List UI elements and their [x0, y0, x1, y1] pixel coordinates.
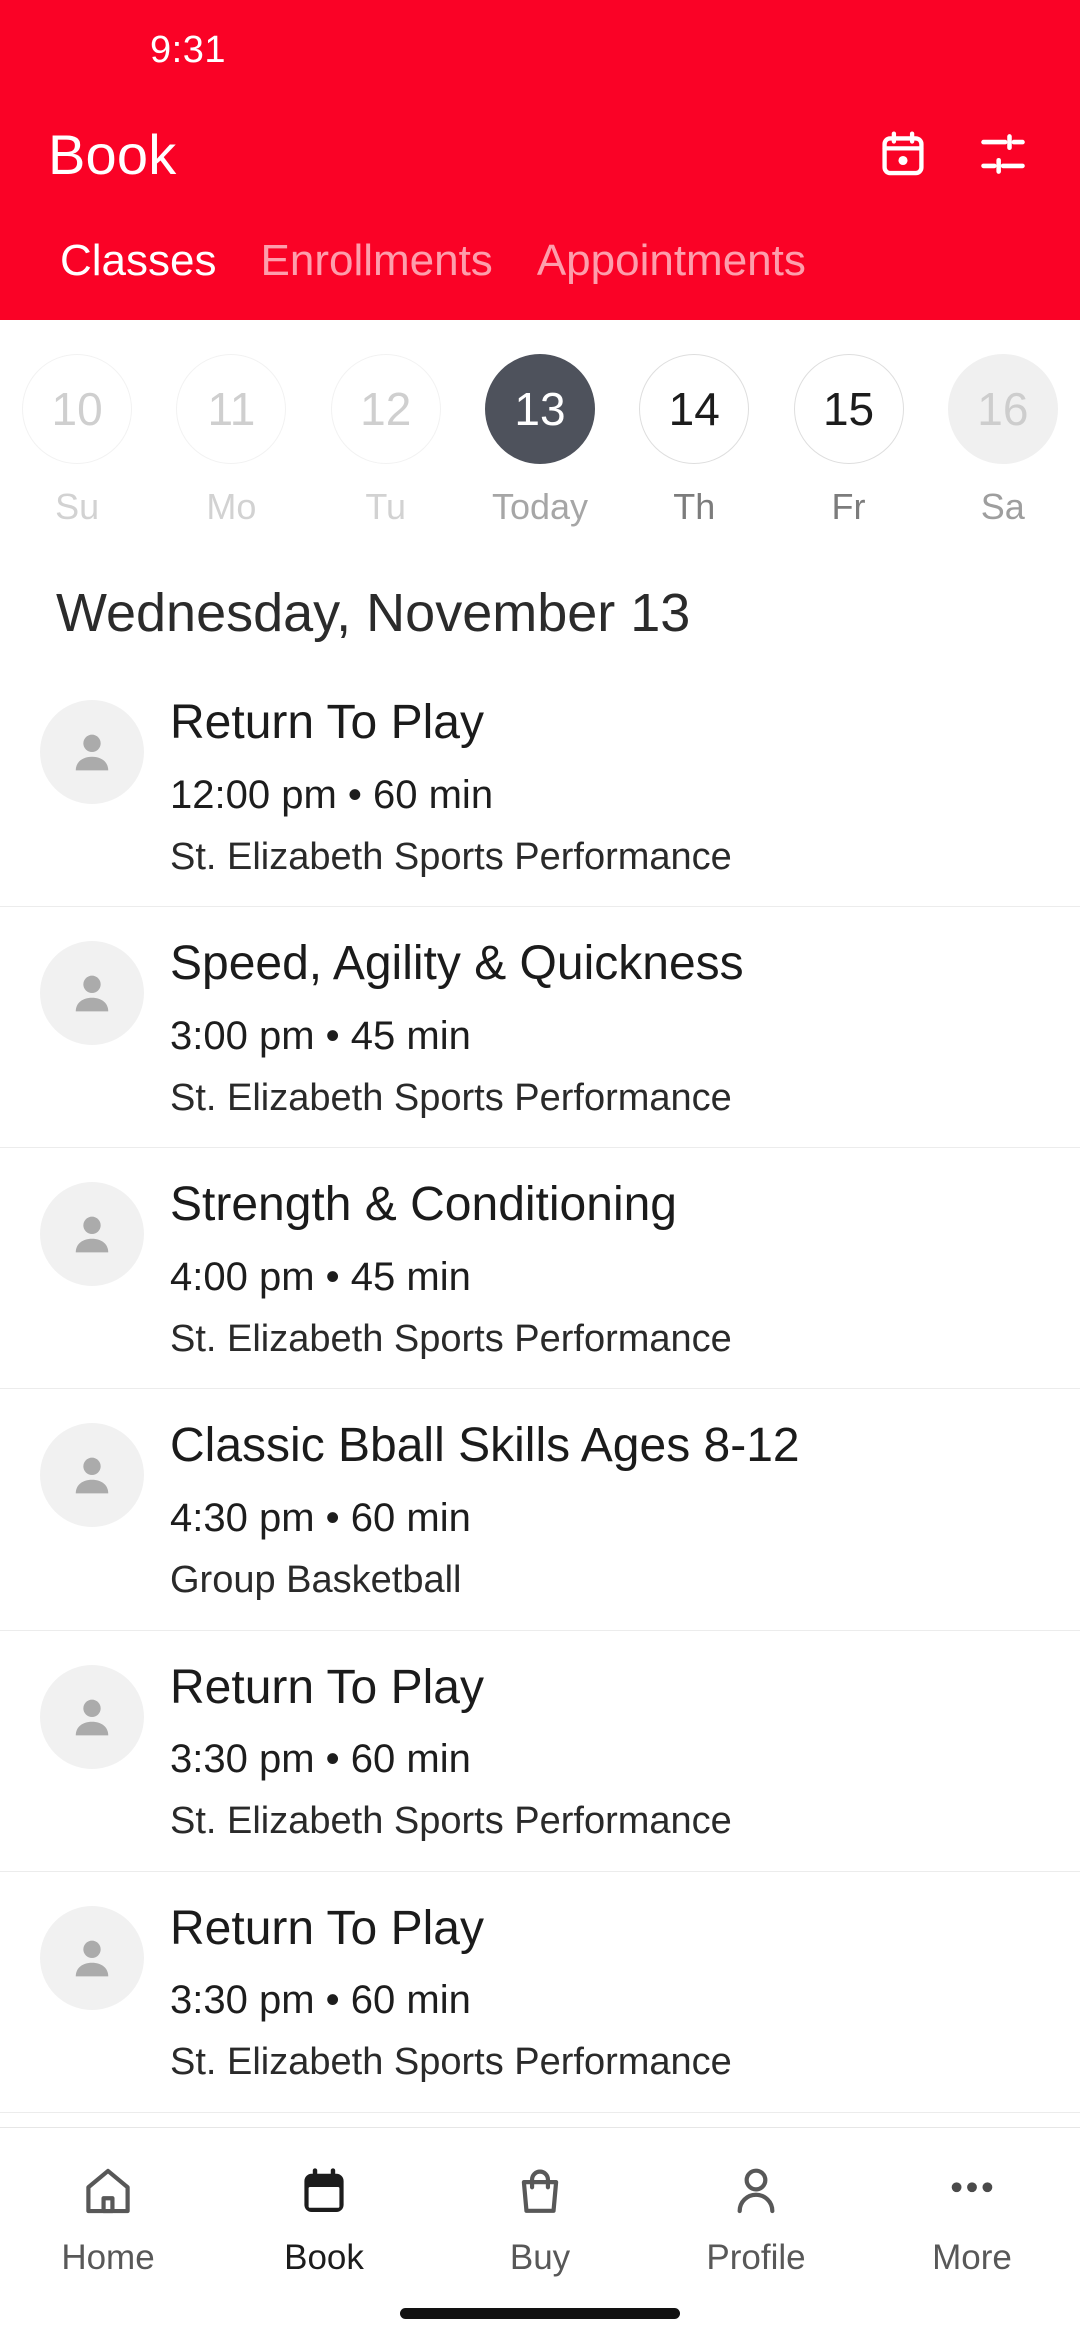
nav-item-home[interactable]: Home	[0, 2154, 216, 2286]
class-list-item[interactable]: Classic Bball Skills Ages 8-12 4:30 pm •…	[0, 1389, 1080, 1631]
class-list-item[interactable]: Return To Play 3:30 pm • 60 min St. Eliz…	[0, 1631, 1080, 1872]
calendar-icon	[296, 2154, 352, 2228]
nav-item-buy[interactable]: Buy	[432, 2154, 648, 2286]
class-time: 3:30 pm • 60 min	[170, 1978, 471, 2023]
bottom-navigation: Home Book Buy Profile More	[0, 2127, 1080, 2340]
date-weekday: Su	[55, 486, 100, 527]
ellipsis-icon	[944, 2154, 1000, 2228]
date-cell-11[interactable]: 11 Mo	[154, 354, 308, 528]
class-title: Classic Bball Skills Ages 8-12	[170, 1419, 800, 1473]
selected-date-heading: Wednesday, November 13	[56, 583, 691, 643]
class-title: Return To Play	[170, 696, 484, 749]
tab-enrollments[interactable]: Enrollments	[239, 236, 515, 320]
date-cell-13-today[interactable]: 13 Today	[463, 354, 617, 528]
class-info: Speed, Agility & Quickness 3:00 pm • 45 …	[170, 933, 744, 1121]
class-list[interactable]: Return To Play 12:00 pm • 60 min St. Eli…	[0, 666, 1080, 2340]
date-weekday: Fr	[831, 486, 866, 527]
date-cell-16[interactable]: 16 Sa	[926, 354, 1080, 528]
nav-label: More	[932, 2238, 1012, 2277]
date-number: 16	[947, 354, 1058, 464]
class-title: Return To Play	[170, 1660, 484, 1714]
class-info: Strength & Conditioning 4:00 pm • 45 min…	[170, 1174, 732, 1362]
calendar-icon[interactable]	[874, 125, 932, 183]
class-list-item[interactable]: Strength & Conditioning 4:00 pm • 45 min…	[0, 1148, 1080, 1390]
page-title: Book	[48, 122, 177, 186]
date-weekday: Mo	[206, 486, 257, 527]
date-number: 12	[330, 354, 441, 464]
class-list-item[interactable]: Return To Play 3:30 pm • 60 min St. Eliz…	[0, 1872, 1080, 2113]
date-cell-10[interactable]: 10 Su	[0, 354, 154, 528]
date-weekday: Today	[491, 486, 589, 527]
class-time: 3:00 pm • 45 min	[170, 1013, 471, 1058]
nav-label: Buy	[509, 2238, 571, 2277]
date-selector: 10 Su 11 Mo 12 Tu 13 Today 14 Th 15 Fr 1…	[0, 320, 1080, 542]
class-time: 4:00 pm • 45 min	[170, 1254, 471, 1299]
avatar	[40, 1664, 144, 1769]
nav-label: Book	[284, 2238, 364, 2277]
date-number: 10	[22, 354, 133, 464]
class-time: 4:30 pm • 60 min	[170, 1495, 471, 1540]
avatar	[40, 941, 144, 1046]
class-location: St. Elizabeth Sports Performance	[170, 1076, 732, 1119]
nav-item-more[interactable]: More	[864, 2154, 1080, 2286]
home-indicator-bar	[400, 2307, 680, 2319]
class-info: Return To Play 12:00 pm • 60 min St. Eli…	[170, 692, 732, 880]
class-info: Return To Play 3:30 pm • 60 min St. Eliz…	[170, 1657, 732, 1845]
class-location: St. Elizabeth Sports Performance	[170, 1317, 732, 1360]
home-indicator[interactable]	[0, 2286, 1080, 2340]
tab-appointments[interactable]: Appointments	[515, 236, 828, 320]
class-location: Group Basketball	[170, 1558, 462, 1601]
date-weekday: Th	[673, 486, 716, 527]
date-number: 14	[639, 354, 750, 464]
class-time: 12:00 pm • 60 min	[170, 772, 494, 817]
class-info: Classic Bball Skills Ages 8-12 4:30 pm •…	[170, 1415, 800, 1603]
status-bar-time: 9:31	[150, 28, 226, 71]
bottom-nav-items: Home Book Buy Profile More	[0, 2128, 1080, 2286]
title-bar: Book	[0, 100, 1080, 208]
class-location: St. Elizabeth Sports Performance	[170, 1800, 732, 1843]
date-weekday: Sa	[980, 486, 1025, 527]
class-title: Return To Play	[170, 1901, 484, 1955]
date-cell-12[interactable]: 12 Tu	[309, 354, 463, 528]
date-number: 15	[793, 354, 904, 464]
date-number: 13	[484, 354, 595, 464]
class-title: Strength & Conditioning	[170, 1178, 677, 1232]
nav-label: Home	[61, 2238, 155, 2277]
app-header: 9:31 Book Classes Enrollments Appointmen…	[0, 0, 1080, 320]
date-number: 11	[176, 354, 287, 464]
class-location: St. Elizabeth Sports Performance	[170, 835, 732, 878]
date-cell-15[interactable]: 15 Fr	[771, 354, 925, 528]
nav-item-book[interactable]: Book	[216, 2154, 432, 2286]
avatar	[40, 1905, 144, 2010]
nav-label: Profile	[706, 2238, 806, 2277]
book-screen: 9:31 Book Classes Enrollments Appointmen…	[0, 0, 1080, 2340]
tab-classes[interactable]: Classes	[38, 236, 239, 320]
date-weekday: Tu	[365, 486, 407, 527]
date-cell-14[interactable]: 14 Th	[617, 354, 771, 528]
avatar	[40, 700, 144, 804]
class-info: Return To Play 3:30 pm • 60 min St. Eliz…	[170, 1898, 732, 2086]
class-location: St. Elizabeth Sports Performance	[170, 2041, 732, 2084]
class-list-item[interactable]: Return To Play 12:00 pm • 60 min St. Eli…	[0, 666, 1080, 908]
status-bar: 9:31	[0, 0, 1080, 100]
filter-sliders-icon[interactable]	[974, 125, 1032, 183]
section-tabs: Classes Enrollments Appointments	[0, 208, 1080, 320]
class-time: 3:30 pm • 60 min	[170, 1737, 471, 1782]
class-title: Speed, Agility & Quickness	[170, 937, 744, 991]
avatar	[40, 1182, 144, 1287]
nav-item-profile[interactable]: Profile	[648, 2154, 864, 2286]
avatar	[40, 1423, 144, 1528]
shopping-bag-icon	[512, 2154, 568, 2228]
class-list-item[interactable]: Speed, Agility & Quickness 3:00 pm • 45 …	[0, 907, 1080, 1149]
person-icon	[728, 2154, 784, 2228]
home-icon	[80, 2154, 136, 2228]
title-bar-actions	[874, 125, 1032, 183]
